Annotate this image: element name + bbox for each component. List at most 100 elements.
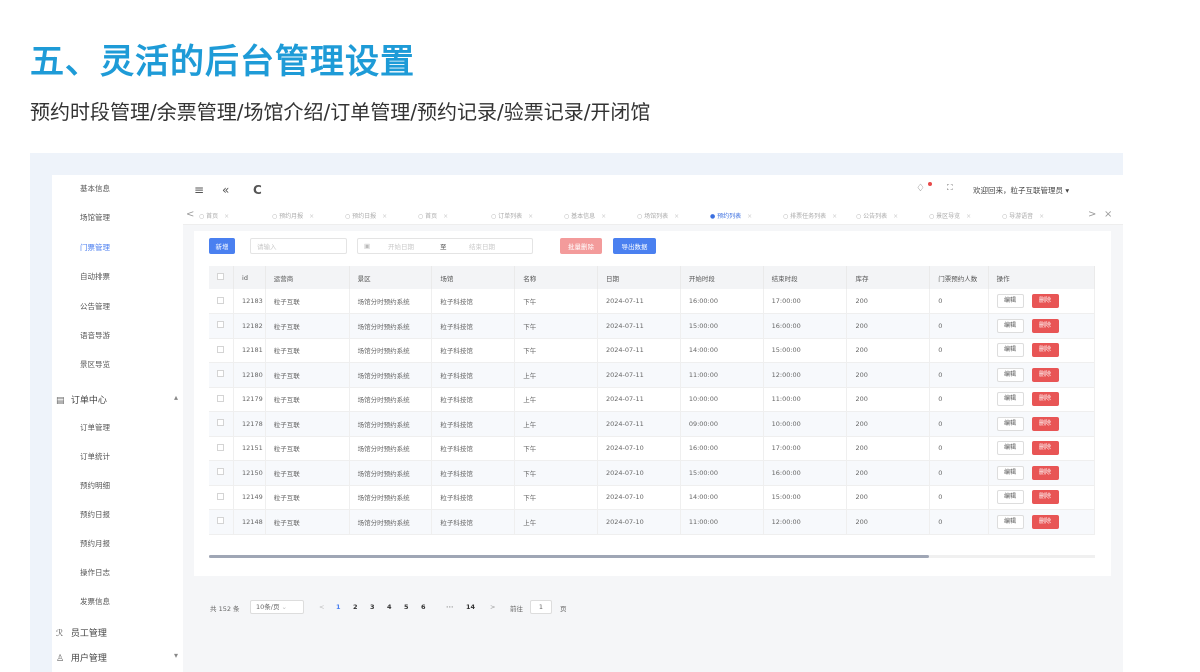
bell-icon[interactable]: ♢: [916, 183, 925, 194]
row-checkbox[interactable]: [217, 296, 224, 304]
page-number[interactable]: 5: [404, 603, 409, 611]
tab-item[interactable]: ○ 预约月报 ×: [272, 211, 314, 220]
tab-close-icon[interactable]: ×: [1039, 213, 1044, 220]
tab-item[interactable]: ○ 排票任务列表 ×: [783, 211, 837, 220]
sidebar-group-users[interactable]: ♙ 用户管理 ▾: [56, 651, 180, 664]
tab-item[interactable]: ○ 首页 ×: [418, 211, 448, 220]
tab-item[interactable]: ○ 导游语音 ×: [1002, 211, 1044, 220]
delete-button[interactable]: 删除: [1031, 318, 1059, 333]
edit-button[interactable]: 编辑: [996, 343, 1024, 358]
tab-close-icon[interactable]: ×: [674, 213, 679, 220]
horizontal-scrollbar[interactable]: [209, 555, 1095, 558]
sidebar-item[interactable]: 场馆管理: [80, 212, 110, 223]
page-number[interactable]: 3: [370, 603, 375, 611]
page-last[interactable]: 14: [466, 603, 475, 611]
sidebar-item[interactable]: 发票信息: [80, 596, 110, 607]
row-checkbox[interactable]: [217, 419, 224, 427]
add-button[interactable]: 新增: [209, 238, 235, 254]
sidebar-item[interactable]: 自动排票: [80, 271, 110, 282]
tabs-next-icon[interactable]: >: [1088, 209, 1096, 220]
tab-item[interactable]: ○ 公告列表 ×: [856, 211, 898, 220]
sidebar-item[interactable]: 景区导览: [80, 359, 110, 370]
edit-button[interactable]: 编辑: [996, 392, 1024, 407]
sidebar-item[interactable]: 预约日报: [80, 509, 110, 520]
goto-page-input[interactable]: 1: [530, 600, 552, 614]
export-button[interactable]: 导出数据: [613, 238, 656, 254]
refresh-icon[interactable]: C: [253, 183, 262, 197]
edit-button[interactable]: 编辑: [996, 294, 1024, 308]
sidebar-item[interactable]: 语音导游: [80, 330, 110, 341]
delete-button[interactable]: 删除: [1031, 294, 1059, 308]
tabs-close-all-icon[interactable]: ×: [1104, 209, 1112, 220]
fullscreen-icon[interactable]: ⛶: [947, 183, 953, 193]
tab-item[interactable]: ○ 场馆列表 ×: [637, 211, 679, 220]
row-checkbox[interactable]: [217, 468, 224, 476]
tab-item[interactable]: ○ 首页 ×: [199, 211, 229, 220]
delete-button[interactable]: 删除: [1031, 343, 1059, 358]
edit-button[interactable]: 编辑: [996, 318, 1024, 333]
page-number[interactable]: 6: [421, 603, 426, 611]
edit-button[interactable]: 编辑: [996, 441, 1024, 456]
sidebar-item[interactable]: 公告管理: [80, 301, 110, 312]
row-checkbox[interactable]: [217, 443, 224, 451]
sidebar-item[interactable]: 订单管理: [80, 422, 110, 433]
collapse-icon[interactable]: «: [222, 183, 229, 197]
sidebar-group-order-center[interactable]: ▤ 订单中心 ▴: [56, 393, 180, 406]
delete-button[interactable]: 删除: [1031, 392, 1059, 407]
tab-close-icon[interactable]: ×: [224, 213, 229, 220]
tab-item[interactable]: ○ 基本信息 ×: [564, 211, 606, 220]
sidebar-item[interactable]: 操作日志: [80, 567, 110, 578]
tab-close-icon[interactable]: ×: [832, 213, 837, 220]
tab-close-icon[interactable]: ×: [309, 213, 314, 220]
edit-button[interactable]: 编辑: [996, 490, 1024, 505]
edit-button[interactable]: 编辑: [996, 514, 1024, 529]
row-checkbox[interactable]: [217, 394, 224, 402]
tab-item[interactable]: ○ 订单列表 ×: [491, 211, 533, 220]
search-input[interactable]: 请输入: [250, 238, 347, 254]
delete-button[interactable]: 删除: [1031, 367, 1059, 382]
delete-button[interactable]: 删除: [1031, 416, 1059, 431]
tab-close-icon[interactable]: ×: [528, 213, 533, 220]
page-number[interactable]: 4: [387, 603, 392, 611]
welcome-user-menu[interactable]: 欢迎回来，粒子互联管理员 ▾: [973, 185, 1069, 196]
delete-button[interactable]: 删除: [1031, 441, 1059, 456]
row-checkbox[interactable]: [217, 321, 224, 329]
tab-item[interactable]: ○ 预约日报 ×: [345, 211, 387, 220]
sidebar-group-staff[interactable]: ℛ 员工管理: [56, 626, 180, 639]
edit-button[interactable]: 编辑: [996, 465, 1024, 480]
page-number[interactable]: 2: [353, 603, 358, 611]
sidebar-item[interactable]: 门票管理: [80, 242, 110, 253]
row-checkbox[interactable]: [217, 492, 224, 500]
edit-button[interactable]: 编辑: [996, 367, 1024, 382]
select-all-checkbox[interactable]: [217, 273, 224, 280]
batch-delete-button[interactable]: 批量删除: [560, 238, 602, 254]
tab-close-icon[interactable]: ×: [893, 213, 898, 220]
select-all-header[interactable]: [209, 266, 235, 289]
next-page-button[interactable]: >: [490, 603, 495, 611]
edit-button[interactable]: 编辑: [996, 416, 1024, 431]
menu-icon[interactable]: ≡: [194, 183, 204, 197]
tab-close-icon[interactable]: ×: [966, 213, 971, 220]
tab-close-icon[interactable]: ×: [601, 213, 606, 220]
sidebar-item[interactable]: 基本信息: [80, 183, 110, 194]
delete-button[interactable]: 删除: [1031, 514, 1059, 529]
tabs-prev-icon[interactable]: <: [186, 209, 194, 220]
sidebar-item[interactable]: 订单统计: [80, 451, 110, 462]
page-number[interactable]: 1: [336, 603, 341, 611]
date-range-picker[interactable]: ▣ 开始日期 至 结束日期: [357, 238, 533, 254]
row-checkbox[interactable]: [217, 370, 224, 378]
tab-item[interactable]: ○ 景区导览 ×: [929, 211, 971, 220]
tab-close-icon[interactable]: ×: [443, 213, 448, 220]
prev-page-button[interactable]: <: [319, 603, 324, 611]
delete-button[interactable]: 删除: [1031, 465, 1059, 480]
delete-button[interactable]: 删除: [1031, 490, 1059, 505]
tab-close-icon[interactable]: ×: [382, 213, 387, 220]
sidebar-item[interactable]: 预约月报: [80, 538, 110, 549]
tab-item[interactable]: ● 预约列表 ×: [710, 211, 752, 220]
page-size-select[interactable]: 10条/页 ⌄: [250, 600, 304, 614]
row-checkbox[interactable]: [217, 517, 224, 525]
tab-close-icon[interactable]: ×: [747, 213, 752, 220]
sidebar-item[interactable]: 预约明细: [80, 480, 110, 491]
row-checkbox[interactable]: [217, 345, 224, 353]
scrollbar-thumb[interactable]: [209, 555, 929, 558]
